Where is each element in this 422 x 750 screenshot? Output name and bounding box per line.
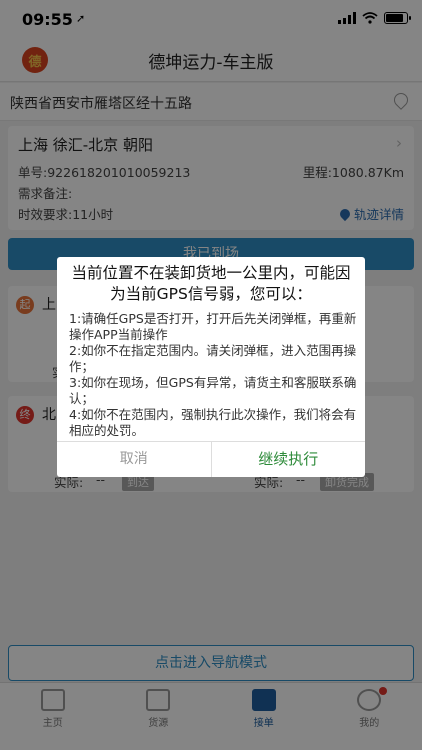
dialog-body: 1:请确任GPS是否打开，打开后先关闭弹框，再重新操作APP当前操作 2:如你不… <box>69 311 359 439</box>
dialog-line-4: 4:如你不在范围内，强制执行此次操作，我们将会有相应的处罚。 <box>69 407 357 438</box>
dialog-buttons: 取消 继续执行 <box>57 441 365 477</box>
dialog-line-1: 1:请确任GPS是否打开，打开后先关闭弹框，再重新操作APP当前操作 <box>69 311 357 342</box>
cancel-button[interactable]: 取消 <box>57 442 212 477</box>
dialog-title: 当前位置不在装卸货地一公里内，可能因为当前GPS信号弱，您可以： <box>71 264 351 303</box>
gps-warning-dialog: 当前位置不在装卸货地一公里内，可能因为当前GPS信号弱，您可以： 1:请确任GP… <box>57 257 365 477</box>
dialog-line-3: 3:如你在现场，但GPS有异常，请货主和客服联系确认； <box>69 375 357 406</box>
dialog-line-2: 2:如你不在指定范围内。请关闭弹框，进入范围再操作； <box>69 343 357 374</box>
continue-button[interactable]: 继续执行 <box>212 442 366 477</box>
